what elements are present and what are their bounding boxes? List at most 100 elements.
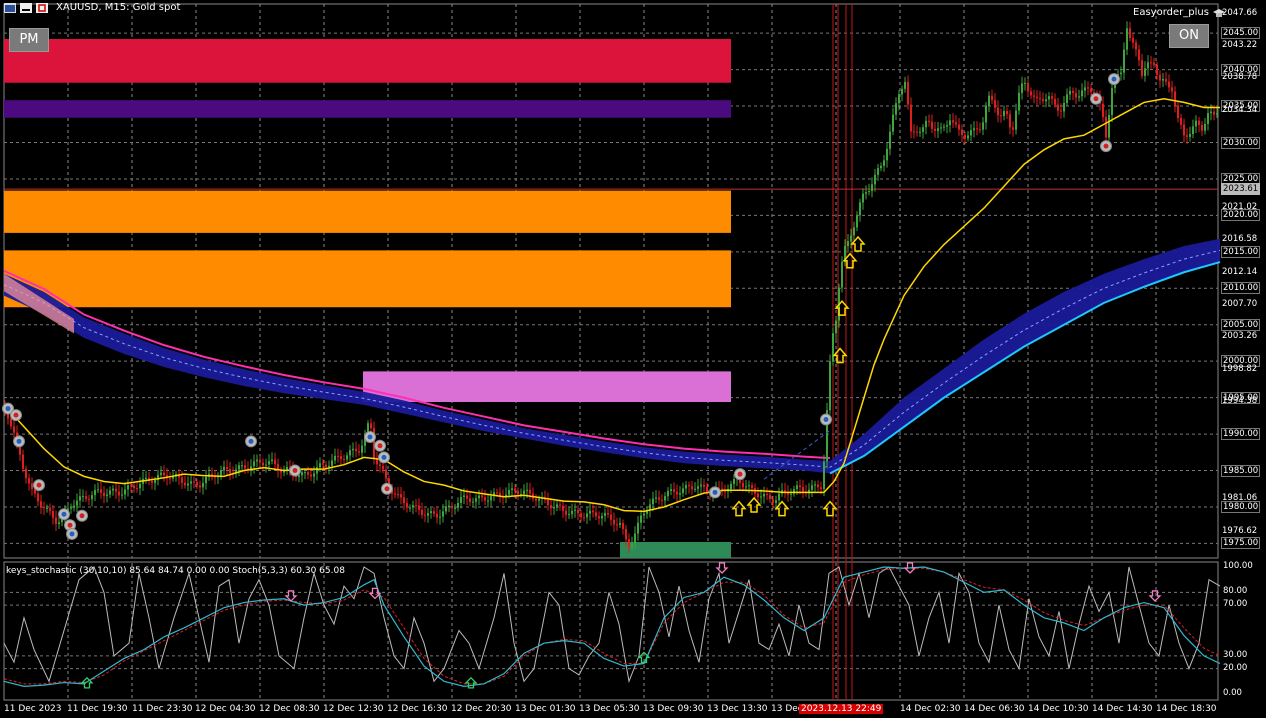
trade-marker-dot [248, 438, 254, 444]
candle-body [52, 511, 54, 518]
candle-body [910, 104, 912, 132]
candle-body [343, 459, 345, 461]
candle-body [688, 485, 690, 487]
candle-body [1018, 92, 1020, 111]
candle-body [1060, 110, 1062, 112]
candle-body [271, 459, 273, 462]
candle-body [13, 426, 15, 433]
candle-body [1141, 60, 1143, 76]
candle-body [418, 505, 420, 510]
candle-body [907, 81, 909, 105]
candle-body [568, 514, 570, 516]
candle-body [862, 193, 864, 203]
candle-body [973, 128, 975, 131]
price-chart[interactable] [0, 0, 1266, 718]
candle-body [817, 484, 819, 488]
candle-body [1084, 87, 1086, 91]
candle-body [820, 487, 822, 490]
candle-body [403, 497, 405, 504]
candle-body [1138, 49, 1140, 61]
candle-body [1006, 111, 1008, 115]
candle-body [73, 505, 75, 508]
candle-body [31, 483, 33, 489]
candle-body [1189, 134, 1191, 137]
candle-body [103, 492, 105, 496]
level-tag: 0.00 [1223, 688, 1242, 698]
candle-body [1156, 64, 1158, 75]
candle-body [133, 485, 135, 489]
candle-body [535, 498, 537, 501]
trade-marker-dot [377, 443, 383, 449]
candle-body [202, 483, 204, 488]
candle-body [640, 515, 642, 523]
candle-body [553, 506, 555, 509]
candle-body [409, 507, 411, 509]
price-tag: 2045.00 [1221, 27, 1261, 40]
zone-purple-1 [4, 100, 731, 118]
price-tag: 2010.00 [1221, 282, 1261, 295]
restore-icon[interactable] [36, 2, 48, 13]
candle-body [301, 472, 303, 476]
candle-body [466, 495, 468, 499]
minimize-icon[interactable] [20, 2, 32, 13]
price-tag: 2043.22 [1222, 40, 1258, 51]
candle-body [145, 477, 147, 479]
candle-body [439, 516, 441, 518]
candle-body [331, 460, 333, 466]
candle-body [931, 121, 933, 129]
candle-body [850, 235, 852, 242]
candle-body [97, 489, 99, 491]
buy-arrow-icon [822, 500, 838, 517]
trade-marker-dot [61, 511, 67, 517]
trade-marker-dot [384, 486, 390, 492]
candle-body [43, 506, 45, 509]
candle-body [874, 174, 876, 185]
candle-body [1192, 126, 1194, 135]
candle-body [37, 493, 39, 502]
time-label: 11 Dec 23:30 [132, 704, 193, 714]
candle-body [1126, 28, 1128, 50]
candle-body [430, 511, 432, 514]
candle-body [445, 506, 447, 512]
zone-green-5 [620, 541, 731, 558]
candle-body [349, 450, 351, 456]
candle-body [229, 469, 231, 474]
candle-body [1072, 90, 1074, 93]
candle-body [643, 513, 645, 516]
candle-body [151, 480, 153, 483]
pm-button[interactable]: PM [9, 28, 49, 52]
time-label: 13 Dec 13:30 [707, 704, 768, 714]
candle-body [616, 524, 618, 526]
candle-body [124, 489, 126, 495]
candle-body [574, 509, 576, 511]
candle-body [913, 131, 915, 133]
candle-body [691, 486, 693, 490]
candle-body [682, 488, 684, 494]
chart-window[interactable]: XAUUSD, M15: Gold spot Easyorder_plus PM… [0, 0, 1266, 718]
candle-body [613, 519, 615, 525]
stoch-fast-line [3, 566, 1221, 684]
candle-body [91, 495, 93, 500]
time-label: 14 Dec 10:30 [1028, 704, 1089, 714]
candle-body [664, 496, 666, 501]
candle-body [121, 494, 123, 496]
candle-body [619, 522, 621, 525]
candle-body [1147, 62, 1149, 69]
candle-body [802, 487, 804, 492]
on-button[interactable]: ON [1169, 24, 1209, 48]
candle-body [1213, 111, 1215, 115]
candle-body [991, 95, 993, 101]
trade-marker-dot [1111, 76, 1117, 82]
candle-body [400, 494, 402, 498]
trade-marker-dot [367, 434, 373, 440]
trade-marker-dot [1093, 96, 1099, 102]
candle-body [775, 500, 777, 503]
candle-body [1183, 124, 1185, 136]
candle-body [769, 494, 771, 500]
candle-body [1009, 114, 1011, 128]
candle-body [634, 533, 636, 544]
candle-body [100, 489, 102, 493]
candle-body [751, 485, 753, 489]
price-tag: 2034.34 [1222, 104, 1258, 115]
trade-marker-dot [5, 406, 11, 412]
